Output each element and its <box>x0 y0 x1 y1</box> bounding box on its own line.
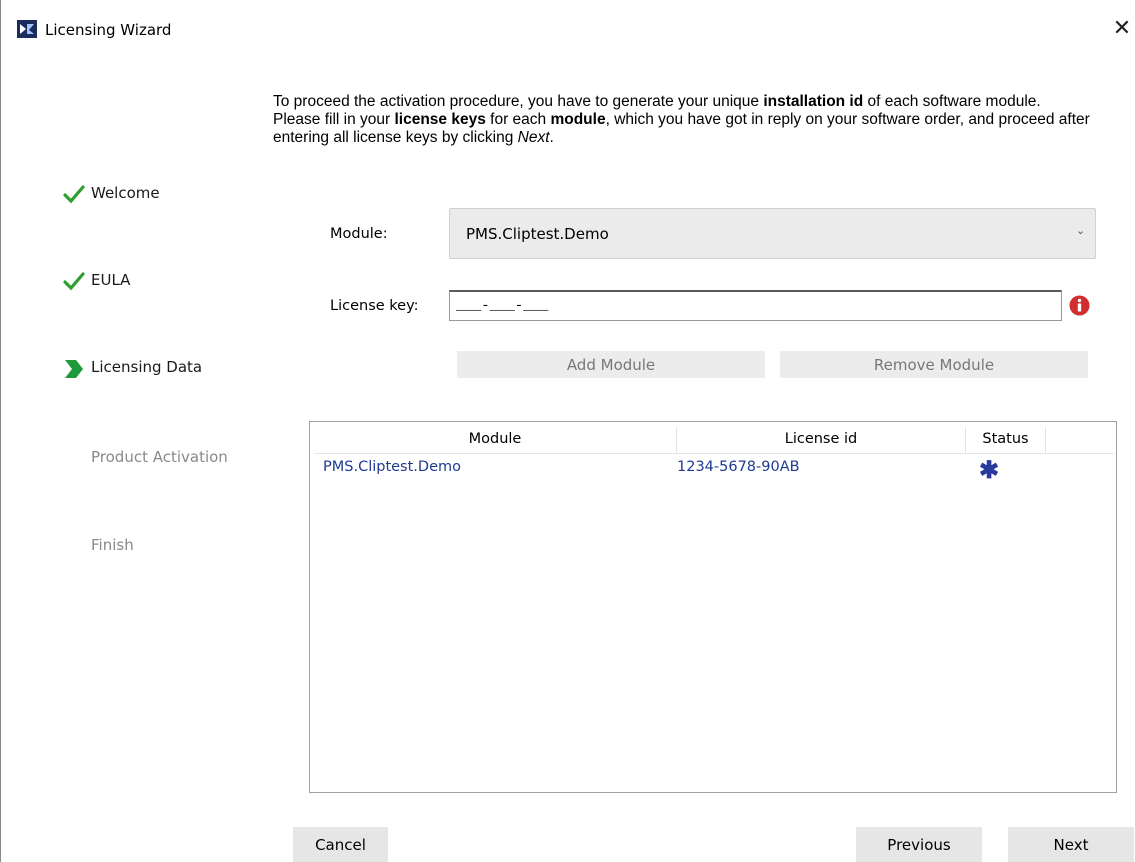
column-header-module[interactable]: Module <box>314 427 677 453</box>
cancel-button[interactable]: Cancel <box>293 827 388 862</box>
chevron-right-icon <box>65 360 83 378</box>
instructions-paragraph-2: Please fill in your license keys for eac… <box>273 111 1090 146</box>
step-label: Product Activation <box>91 448 228 466</box>
cell-module: PMS.Cliptest.Demo <box>323 459 461 475</box>
close-icon: ✕ <box>1112 16 1132 41</box>
module-dropdown[interactable]: PMS.Cliptest.Demo ⌄ <box>449 208 1096 259</box>
instructions-text: To proceed the activation procedure, you… <box>273 93 1129 147</box>
step-label: Finish <box>91 536 134 554</box>
step-label: Welcome <box>91 184 160 202</box>
table-header: Module License id Status <box>314 427 1114 454</box>
title-bar: Licensing Wizard ✕ <box>1 0 1135 62</box>
module-selected-value: PMS.Cliptest.Demo <box>466 225 609 243</box>
checkmark-icon <box>63 272 85 291</box>
error-info-icon <box>1069 295 1090 316</box>
license-key-input[interactable] <box>449 290 1062 321</box>
next-button[interactable]: Next <box>1008 827 1134 862</box>
table-row[interactable]: PMS.Cliptest.Demo 1234-5678-90AB ✱ <box>314 455 1114 484</box>
licensing-wizard-window: Licensing Wizard ✕ Welcome EULA Licensin… <box>0 0 1135 862</box>
instructions-paragraph-1: To proceed the activation procedure, you… <box>273 93 1041 110</box>
modules-table[interactable]: Module License id Status PMS.Cliptest.De… <box>309 421 1117 793</box>
checkmark-icon <box>63 185 85 204</box>
status-pending-icon: ✱ <box>979 457 1000 484</box>
add-module-button[interactable]: Add Module <box>457 351 765 378</box>
chevron-down-icon: ⌄ <box>1076 225 1086 237</box>
close-button[interactable]: ✕ <box>1109 14 1135 44</box>
remove-module-button[interactable]: Remove Module <box>780 351 1088 378</box>
step-label: Licensing Data <box>91 358 203 376</box>
previous-button[interactable]: Previous <box>856 827 982 862</box>
module-label: Module: <box>330 226 388 242</box>
column-header-status[interactable]: Status <box>966 427 1046 453</box>
window-title: Licensing Wizard <box>45 21 172 39</box>
column-header-license-id[interactable]: License id <box>677 427 966 453</box>
step-label: EULA <box>91 271 131 289</box>
app-icon <box>17 20 37 38</box>
license-key-label: License key: <box>330 298 419 314</box>
cell-license-id: 1234-5678-90AB <box>677 459 800 475</box>
